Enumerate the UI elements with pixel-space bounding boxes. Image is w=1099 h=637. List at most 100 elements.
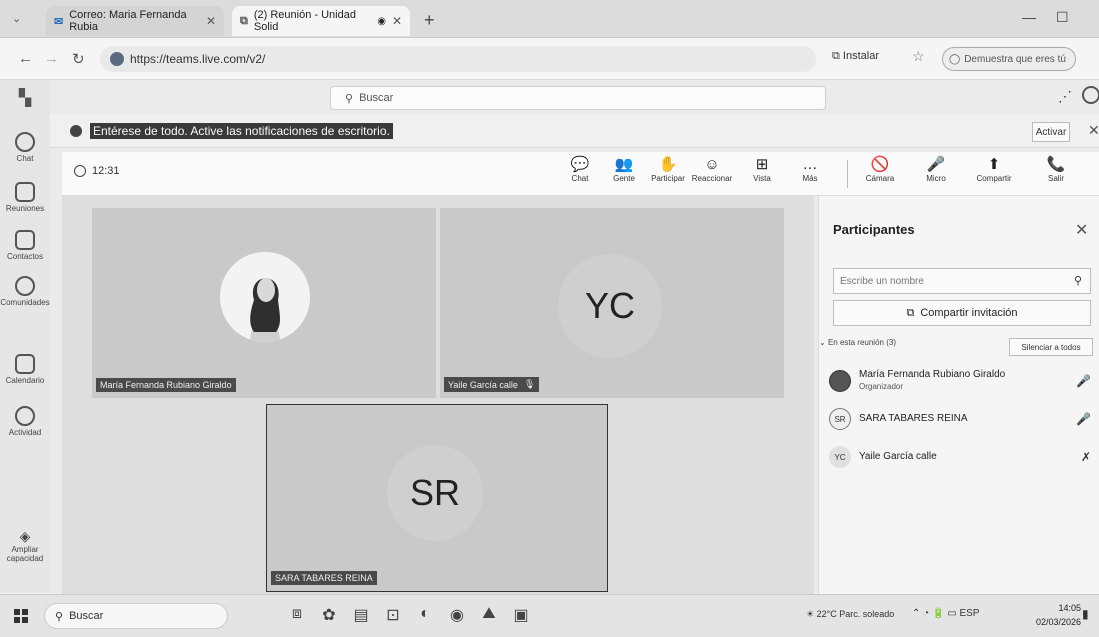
taskbar-search-input[interactable]: ⚲ Buscar [44, 603, 228, 629]
activate-button[interactable]: Activar [1032, 122, 1070, 142]
mic-off-icon[interactable]: ✗ [1081, 450, 1091, 464]
react-button[interactable]: ☺ Reaccionar [690, 156, 734, 183]
chat-button[interactable]: 💬 Chat [558, 156, 602, 183]
url-text: https://teams.live.com/v2/ [130, 52, 266, 66]
rail-item-meetings[interactable]: Reuniones [0, 182, 50, 213]
back-icon[interactable]: ← [18, 50, 33, 67]
new-tab-button[interactable]: + [424, 10, 435, 31]
install-button[interactable]: ⧉ Instalar [832, 50, 879, 63]
app-icon[interactable]: ▣ [510, 605, 532, 627]
in-meeting-header[interactable]: ⌄ En esta reunión (3) [819, 338, 896, 347]
chevron-down-icon: ⌄ [819, 338, 826, 347]
chrome-icon[interactable]: ◉ [446, 605, 468, 627]
tool-label: Chat [571, 174, 589, 183]
app-launcher-icon[interactable]: ▚ [0, 88, 50, 108]
participant-name: Yaile García calle [859, 451, 937, 462]
minimize-icon[interactable]: — [1022, 9, 1036, 25]
meeting-toolbar: 12:31 💬 Chat 👥 Gente ✋ Participar ☺ Reaccion… [62, 152, 1099, 196]
tab-meeting[interactable]: ⧉ (2) Reunión - Unidad Solid ◉ ✕ [232, 6, 410, 36]
participants-panel: Participantes ✕ Escribe un nombre ⚲ ⧉ Co… [818, 196, 1099, 594]
video-stage: María Fernanda Rubiano Giraldo YC Yaile … [62, 196, 814, 594]
participant-row[interactable]: María Fernanda Rubiano Giraldo Organizad… [829, 364, 1097, 398]
participant-search-input[interactable]: Escribe un nombre ⚲ [833, 268, 1091, 294]
site-info-icon[interactable] [110, 52, 124, 66]
tool-label: Participar [651, 174, 685, 183]
store-icon[interactable]: ⊡ [382, 605, 404, 627]
mic-button[interactable]: 🎤 Micro [914, 156, 958, 183]
avatar[interactable] [1082, 86, 1099, 104]
phone-icon: 📞 [1046, 156, 1066, 173]
mute-all-button[interactable]: Silenciar a todos [1009, 338, 1093, 356]
raise-hand-button[interactable]: ✋ Participar [646, 156, 690, 183]
file-explorer-icon[interactable]: ▤ [350, 605, 372, 627]
teams-header: ⚲ Buscar ⋰ [50, 80, 1099, 114]
rail-label: Contactos [6, 252, 44, 261]
rail-label: Ampliar capacidad [6, 545, 44, 563]
share-invite-button[interactable]: ⧉ Compartir invitación [833, 300, 1091, 326]
widgets-icon[interactable]: ✿ [318, 605, 340, 627]
close-icon[interactable]: ✕ [1088, 122, 1099, 139]
notification-icon[interactable]: ▮ [1082, 607, 1089, 621]
search-icon: ⚲ [1073, 275, 1082, 287]
video-tile-active[interactable]: SR SARA TABARES REINA [266, 404, 608, 592]
edge-icon[interactable]: ◐ [414, 605, 436, 627]
task-view-icon[interactable]: ⧈ [286, 605, 308, 627]
photos-icon[interactable]: ⛰ [478, 605, 500, 627]
profile-button[interactable]: ◯ Demuestra que eres tú [942, 47, 1076, 71]
tab-menu-icon[interactable]: ⌄ [12, 12, 21, 25]
tab-mail[interactable]: ✉ Correo: Maria Fernanda Rubia ✕ [46, 6, 224, 36]
close-icon[interactable]: ✕ [1075, 220, 1088, 240]
system-tray[interactable]: ⌃ ◔ 🔋 ▭ ESP [912, 608, 979, 619]
teams-icon: ⧉ [240, 14, 248, 27]
view-button[interactable]: ⊞ Vista [740, 156, 784, 183]
rail-item-contacts[interactable]: Contactos [0, 230, 50, 261]
url-field[interactable]: https://teams.live.com/v2/ [100, 46, 816, 72]
search-icon: ⚲ [55, 610, 64, 623]
chat-icon [15, 132, 35, 152]
rail-item-activity[interactable]: Actividad [0, 406, 50, 437]
close-tab-icon[interactable]: ✕ [392, 14, 402, 28]
share-button[interactable]: ⬆ Compartir [972, 156, 1016, 183]
rail-item-communities[interactable]: Comunidades [0, 276, 50, 307]
weather-widget[interactable]: ☀ 22°C Parc. soleado [806, 609, 894, 620]
grid-icon: ⊞ [755, 156, 769, 173]
camera-off-icon: 🚫 [870, 156, 890, 173]
screen: ⌄ ✉ Correo: Maria Fernanda Rubia ✕ ⧉ (2)… [0, 0, 1099, 637]
clock[interactable]: 14:05 02/03/2026 [1036, 601, 1081, 629]
calendar-icon [15, 354, 35, 374]
more-options-icon[interactable]: ⋰ [1058, 88, 1072, 105]
camera-button[interactable]: 🚫 Cámara [858, 156, 902, 183]
participant-name: María Fernanda Rubiano Giraldo [859, 369, 1006, 380]
participant-row[interactable]: YC Yaile García calle ✗ [829, 440, 1097, 474]
info-icon [70, 125, 82, 137]
participant-name-tag: María Fernanda Rubiano Giraldo [96, 378, 236, 392]
profile-icon: ◯ [949, 53, 961, 65]
rail-item-chat[interactable]: Chat [0, 132, 50, 163]
reload-icon[interactable]: ↻ [72, 50, 85, 68]
tool-label: Cámara [865, 174, 895, 183]
notification-banner: Entérese de todo. Active las notificacio… [50, 114, 1099, 148]
windows-start-icon[interactable] [14, 609, 28, 623]
maximize-icon[interactable]: ☐ [1056, 9, 1069, 26]
teams-search-input[interactable]: ⚲ Buscar [330, 86, 826, 110]
participant-row[interactable]: SR SARA TABARES REINA 🎤 [829, 402, 1097, 436]
favorite-icon[interactable]: ☆ [912, 48, 925, 65]
mic-icon[interactable]: 🎤 [1076, 412, 1091, 426]
invite-label: Compartir invitación [920, 307, 1018, 319]
video-tile[interactable]: YC Yaile García calle 🎙 [440, 208, 784, 398]
contacts-icon [15, 230, 35, 250]
close-tab-icon[interactable]: ✕ [206, 14, 216, 28]
video-tile[interactable]: María Fernanda Rubiano Giraldo [92, 208, 436, 398]
mic-icon[interactable]: 🎤 [1076, 374, 1091, 388]
people-button[interactable]: 👥 Gente [602, 156, 646, 183]
participant-name: María Fernanda Rubiano Giraldo [100, 380, 232, 390]
participant-name-tag: SARA TABARES REINA [271, 571, 377, 585]
rail-item-calendar[interactable]: Calendario [0, 354, 50, 385]
teams-left-rail: ▚ Chat Reuniones Contactos Comunidades C… [0, 80, 50, 592]
more-button[interactable]: … Más [788, 156, 832, 183]
tool-label: Reaccionar [691, 174, 733, 183]
forward-icon[interactable]: → [44, 50, 59, 67]
tool-label: Gente [613, 174, 635, 183]
leave-button[interactable]: 📞 Salir [1034, 156, 1078, 183]
rail-item-upgrade[interactable]: ◈ Ampliar capacidad [0, 528, 50, 563]
